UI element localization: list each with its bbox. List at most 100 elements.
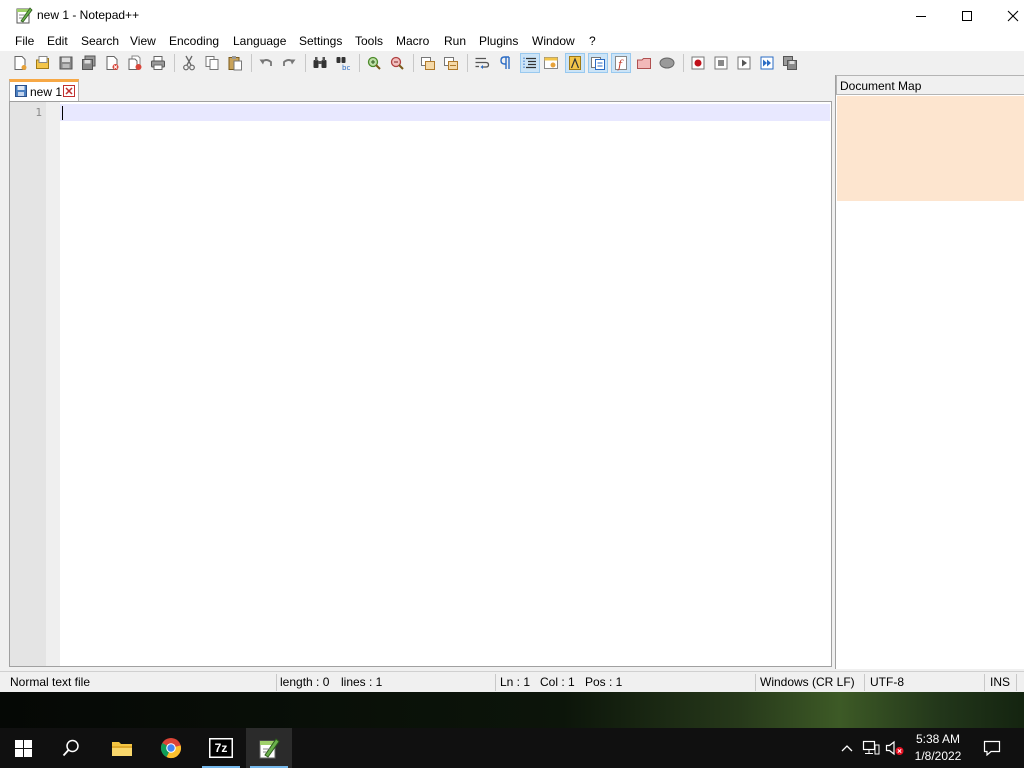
menu-run[interactable]: Run (444, 33, 466, 49)
document-map-viewport[interactable] (837, 96, 1024, 201)
sync-horizontal-button[interactable] (441, 53, 461, 73)
network-icon (862, 740, 880, 755)
7zip-label: 7z (214, 741, 228, 755)
monitoring-eye-button[interactable] (657, 53, 677, 73)
notepadpp-window: new 1 - Notepad++ File Edit Search View … (0, 0, 1024, 692)
open-file-button[interactable] (33, 53, 53, 73)
menu-macro[interactable]: Macro (396, 33, 429, 49)
minimize-button[interactable] (898, 0, 944, 31)
notifications-button[interactable] (978, 728, 1006, 768)
zoom-in-button[interactable] (364, 53, 384, 73)
folder-as-workspace-button[interactable]: f (611, 53, 631, 73)
macro-record-button[interactable] (688, 53, 708, 73)
find-icon (313, 57, 327, 68)
menu-edit[interactable]: Edit (47, 33, 68, 49)
tab-new-1[interactable]: new 1 (9, 79, 79, 101)
document-map-panel: Document Map (835, 75, 1024, 669)
show-hidden-icons-button[interactable] (836, 728, 858, 768)
minimize-icon (916, 15, 926, 17)
replace-button[interactable]: bc (333, 53, 353, 73)
save-icon (15, 85, 27, 97)
macro-record-icon (691, 56, 705, 70)
find-button[interactable] (310, 53, 330, 73)
network-button[interactable] (860, 728, 882, 768)
menu-view[interactable]: View (130, 33, 156, 49)
paste-button[interactable] (225, 53, 245, 73)
undo-button[interactable] (256, 53, 276, 73)
file-explorer-icon (112, 742, 132, 756)
menu-file[interactable]: File (15, 33, 34, 49)
indent-guide-button[interactable] (520, 53, 540, 73)
status-divider (864, 674, 865, 691)
macro-stop-button[interactable] (711, 53, 731, 73)
copy-button[interactable] (202, 53, 222, 73)
menu-help[interactable]: ? (589, 33, 596, 49)
udl-button[interactable] (541, 53, 561, 73)
show-all-characters-button[interactable] (495, 53, 515, 73)
chrome-button[interactable] (148, 728, 194, 768)
macro-play-button[interactable] (734, 53, 754, 73)
menu-encoding[interactable]: Encoding (169, 33, 219, 49)
zoom-out-button[interactable] (387, 53, 407, 73)
clock[interactable]: 5:38 AM 1/8/2022 (906, 731, 970, 765)
tab-close-button[interactable] (63, 85, 75, 97)
volume-button[interactable] (884, 728, 906, 768)
menu-search[interactable]: Search (81, 33, 119, 49)
print-button[interactable] (148, 53, 168, 73)
clock-time: 5:38 AM (915, 732, 961, 746)
fold-margin[interactable] (46, 102, 60, 666)
eol-format-label[interactable]: Windows (CR LF) (760, 675, 855, 689)
toolbar-separator (251, 54, 252, 72)
status-divider (984, 674, 985, 691)
save-button[interactable] (56, 53, 76, 73)
monitoring-button[interactable] (634, 53, 654, 73)
editor[interactable]: 1 (9, 101, 832, 667)
notepad-plus-plus-icon (15, 6, 33, 24)
close-all-button[interactable] (125, 53, 145, 73)
start-button[interactable] (0, 728, 46, 768)
cut-button[interactable] (179, 53, 199, 73)
document-map-button[interactable] (565, 53, 585, 73)
sync-horizontal-icon (444, 57, 458, 70)
ln-label: Ln : 1 (500, 675, 531, 689)
menu-language[interactable]: Language (233, 33, 286, 49)
close-icon (106, 56, 119, 70)
maximize-button[interactable] (944, 0, 990, 31)
status-bar: Normal text file length : 0 lines : 1 Ln… (0, 671, 1024, 692)
text-caret (62, 106, 63, 120)
sync-vertical-button[interactable] (418, 53, 438, 73)
toolbar-separator (359, 54, 360, 72)
macro-run-multiple-button[interactable] (757, 53, 777, 73)
search-button[interactable] (48, 728, 94, 768)
menu-tools[interactable]: Tools (355, 33, 383, 49)
menu-settings[interactable]: Settings (299, 33, 342, 49)
open-file-icon (36, 56, 49, 69)
function-list-button[interactable] (588, 53, 608, 73)
save-all-button[interactable] (79, 53, 99, 73)
menu-window[interactable]: Window (532, 33, 575, 49)
folder-icon (637, 58, 651, 69)
word-wrap-button[interactable] (472, 53, 492, 73)
cut-icon (183, 55, 195, 71)
close-window-button[interactable] (990, 0, 1024, 31)
replace-icon: bc (336, 57, 350, 71)
insert-mode-label[interactable]: INS (990, 675, 1010, 689)
sync-vertical-icon (421, 57, 435, 70)
7zip-button[interactable]: 7z (198, 728, 244, 768)
new-file-button[interactable] (10, 53, 30, 73)
file-explorer-button[interactable] (99, 728, 145, 768)
redo-button[interactable] (279, 53, 299, 73)
chevron-up-icon (841, 745, 853, 752)
encoding-label[interactable]: UTF-8 (870, 675, 904, 689)
macro-play-icon (737, 56, 751, 70)
menu-plugins[interactable]: Plugins (479, 33, 518, 49)
toolbar: bc f (0, 51, 1024, 75)
notepadpp-taskbar-button[interactable] (246, 728, 292, 768)
macro-save-button[interactable] (780, 53, 800, 73)
status-divider (1016, 674, 1017, 691)
close-file-button[interactable] (102, 53, 122, 73)
toolbar-separator (683, 54, 684, 72)
line-number: 1 (35, 106, 42, 119)
toolbar-separator (305, 54, 306, 72)
undo-icon (259, 59, 272, 66)
